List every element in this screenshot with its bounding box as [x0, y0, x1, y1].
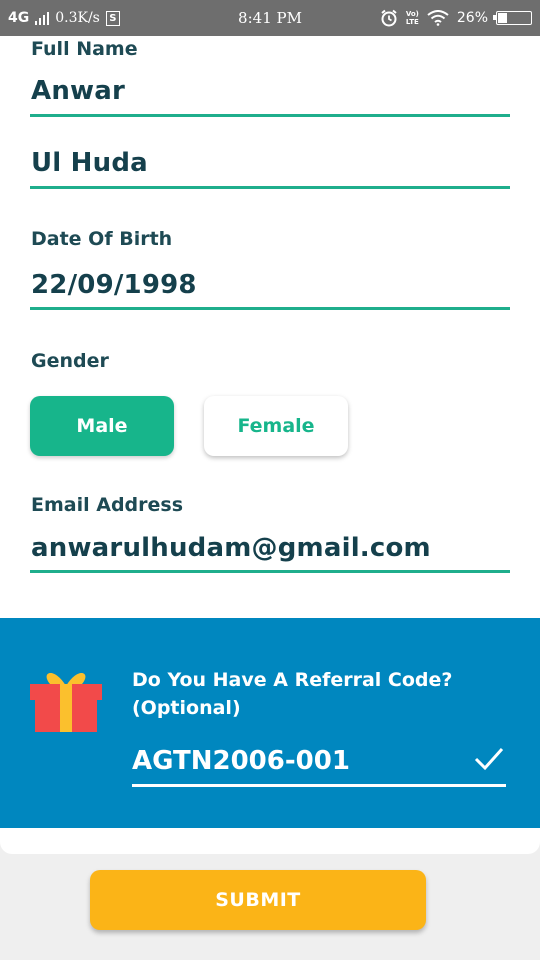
battery-percent: 26%: [456, 10, 488, 26]
last-name-input[interactable]: Ul Huda: [31, 148, 148, 178]
gender-male-button[interactable]: Male: [30, 396, 174, 456]
email-label: Email Address: [31, 494, 184, 516]
email-input[interactable]: anwarulhudam@gmail.com: [31, 533, 431, 563]
referral-title: Do You Have A Referral Code? (Optional): [132, 669, 453, 719]
alarm-icon: [381, 9, 397, 27]
volte-icon: Vo) LTE: [405, 10, 419, 26]
gender-female-button[interactable]: Female: [204, 396, 348, 456]
status-right: Vo) LTE 26%: [380, 0, 532, 36]
battery-icon: [493, 11, 532, 25]
first-name-underline: [30, 114, 510, 117]
status-bar: 4G 0.3K/s S 8:41 PM Vo) LTE 26%: [0, 0, 540, 36]
email-underline: [30, 570, 510, 573]
referral-section: Do You Have A Referral Code? (Optional) …: [0, 618, 540, 828]
gift-icon: [30, 672, 102, 732]
first-name-input[interactable]: Anwar: [31, 76, 125, 106]
check-icon: [474, 747, 504, 771]
submit-button[interactable]: SUBMIT: [90, 870, 426, 930]
referral-underline: [132, 784, 506, 787]
last-name-underline: [30, 186, 510, 189]
dob-input[interactable]: 22/09/1998: [31, 270, 197, 300]
profile-form: Full Name Anwar Ul Huda Date Of Birth 22…: [0, 36, 540, 854]
referral-code-input[interactable]: AGTN2006-001: [132, 746, 350, 776]
gender-label: Gender: [31, 350, 109, 372]
dob-underline: [30, 307, 510, 310]
dob-label: Date Of Birth: [31, 228, 173, 250]
wifi-icon: [427, 10, 449, 26]
submit-area: SUBMIT: [0, 856, 540, 960]
full-name-label: Full Name: [31, 38, 138, 60]
